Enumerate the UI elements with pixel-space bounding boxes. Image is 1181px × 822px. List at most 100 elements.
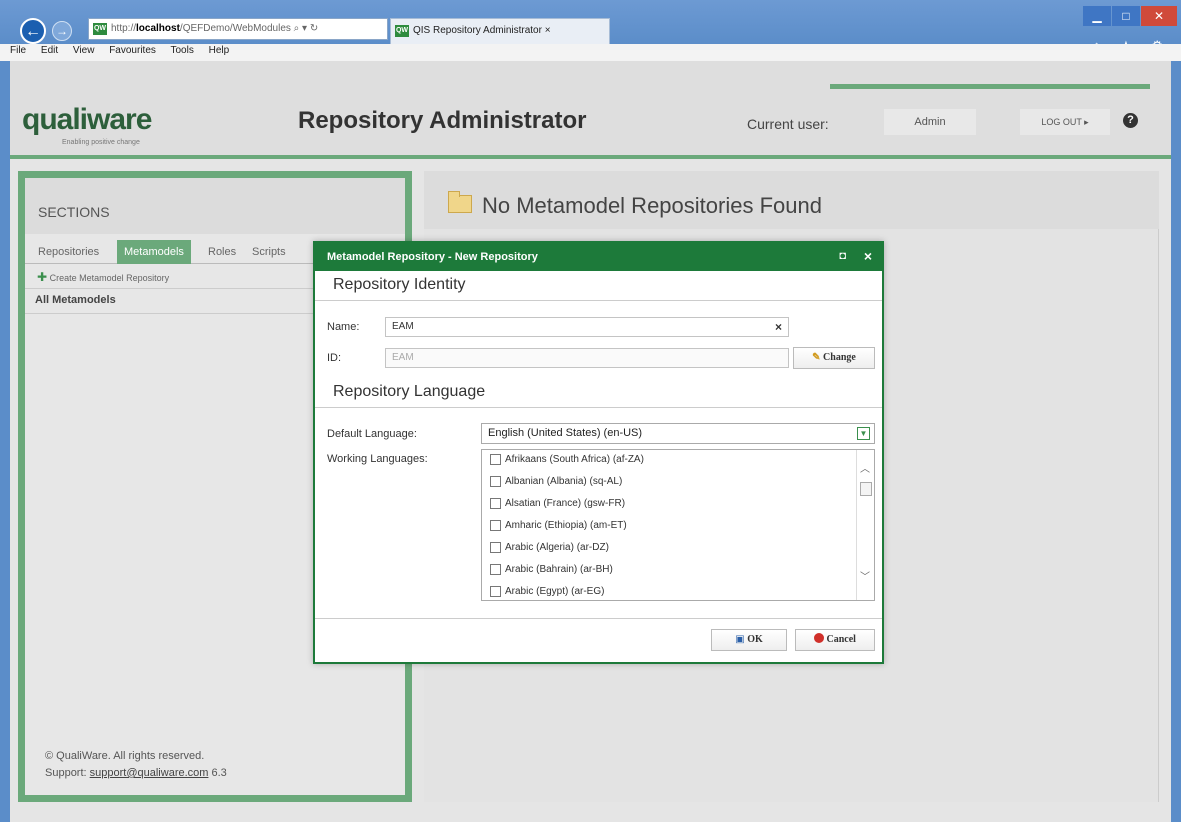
language-label: Afrikaans (South Africa) (af-ZA) — [505, 454, 644, 466]
language-label: Albanian (Albania) (sq-AL) — [505, 476, 623, 488]
address-controls[interactable]: ⌕ ▾ ↻ — [294, 23, 319, 34]
app-header: qualiware Enabling positive change Repos… — [10, 61, 1171, 159]
back-button[interactable]: ← — [20, 18, 46, 44]
dialog-close-icon[interactable]: × — [864, 248, 872, 264]
menu-view[interactable]: View — [73, 45, 95, 56]
checkbox[interactable] — [490, 520, 501, 531]
checkbox[interactable] — [490, 476, 501, 487]
create-metamodel-label: Create Metamodel Repository — [49, 273, 170, 283]
default-language-select[interactable]: English (United States) (en-US) ▼ — [481, 423, 875, 444]
checkbox[interactable] — [490, 498, 501, 509]
language-label: Arabic (Egypt) (ar-EG) — [505, 586, 605, 598]
tab-scripts[interactable]: Scripts — [245, 240, 293, 264]
plus-icon: ✚ — [37, 270, 48, 284]
language-section-title: Repository Language — [315, 378, 882, 408]
list-item[interactable]: Arabic (Bahrain) (ar-BH) — [482, 560, 874, 582]
menu-file[interactable]: File — [10, 45, 26, 56]
tab-metamodels[interactable]: Metamodels — [117, 240, 191, 264]
address-bar[interactable]: QW http://localhost/QEFDemo/WebModules ⌕… — [88, 18, 388, 40]
working-languages-list[interactable]: Afrikaans (South Africa) (af-ZA) Albania… — [481, 449, 875, 601]
support-email-link[interactable]: support@qualiware.com — [90, 767, 209, 779]
tab-repositories[interactable]: Repositories — [31, 240, 106, 264]
menu-help[interactable]: Help — [209, 45, 230, 56]
footer-support: Support: support@qualiware.com 6.3 — [45, 767, 227, 779]
logout-button[interactable]: LOG OUT ▸ — [1020, 109, 1110, 135]
tab-favicon-icon: QW — [395, 25, 409, 37]
tab-title: QIS Repository Administrator — [413, 25, 542, 36]
ok-label: OK — [747, 634, 763, 645]
name-input[interactable]: EAM × — [385, 317, 789, 337]
scroll-thumb[interactable] — [860, 482, 872, 496]
qualiware-logo: qualiware — [22, 103, 152, 136]
maximize-button[interactable]: □ — [1112, 6, 1140, 26]
menu-edit[interactable]: Edit — [41, 45, 58, 56]
logo-tagline: Enabling positive change — [62, 139, 140, 146]
sections-title: SECTIONS — [25, 178, 405, 234]
scroll-up-icon[interactable]: ︿ — [860, 460, 870, 475]
default-language-label: Default Language: — [327, 428, 417, 440]
tab-roles[interactable]: Roles — [201, 240, 243, 264]
list-item[interactable]: Arabic (Algeria) (ar-DZ) — [482, 538, 874, 560]
dialog-maximize-icon[interactable]: ◘ — [839, 250, 846, 262]
create-metamodel-link[interactable]: ✚ Create Metamodel Repository — [37, 270, 169, 284]
scroll-down-icon[interactable]: ﹀ — [860, 568, 870, 583]
id-label: ID: — [327, 352, 342, 364]
checkbox[interactable] — [490, 454, 501, 465]
current-user-label: Current user: — [747, 116, 829, 132]
change-label: Change — [823, 352, 856, 363]
list-item[interactable]: Afrikaans (South Africa) (af-ZA) — [482, 450, 874, 472]
chevron-down-icon[interactable]: ▼ — [857, 427, 870, 440]
list-item[interactable]: Amharic (Ethiopia) (am-ET) — [482, 516, 874, 538]
list-scrollbar[interactable]: ︿ ﹀ — [856, 450, 874, 600]
close-window-button[interactable]: ✕ — [1141, 6, 1177, 26]
header-accent-bar — [830, 84, 1150, 89]
id-input: EAM — [385, 348, 789, 368]
language-label: Amharic (Ethiopia) (am-ET) — [505, 520, 627, 532]
list-item[interactable]: Alsatian (France) (gsw-FR) — [482, 494, 874, 516]
main-header: No Metamodel Repositories Found — [424, 171, 1159, 229]
cancel-label: Cancel — [826, 634, 856, 645]
minimize-button[interactable]: ▁ — [1083, 6, 1111, 26]
menu-favourites[interactable]: Favourites — [109, 45, 156, 56]
name-label: Name: — [327, 321, 360, 333]
checkbox[interactable] — [490, 586, 501, 597]
name-input-value: EAM — [392, 321, 414, 332]
language-label: Arabic (Algeria) (ar-DZ) — [505, 542, 609, 554]
default-language-value: English (United States) (en-US) — [488, 427, 643, 439]
help-icon[interactable]: ? — [1123, 113, 1138, 128]
language-label: Alsatian (France) (gsw-FR) — [505, 498, 626, 510]
list-item[interactable]: Arabic (Egypt) (ar-EG) — [482, 582, 874, 600]
menu-bar: File Edit View Favourites Tools Help — [0, 44, 1181, 61]
page-title: Repository Administrator — [298, 107, 587, 134]
url-prefix: http:// — [111, 23, 137, 34]
forward-button[interactable]: → — [52, 21, 72, 41]
id-input-value: EAM — [392, 352, 414, 363]
cancel-icon — [814, 633, 825, 643]
footer-copyright: © QualiWare. All rights reserved. — [45, 750, 205, 762]
browser-tab[interactable]: QW QIS Repository Administrator × — [390, 18, 610, 44]
main-title: No Metamodel Repositories Found — [482, 193, 822, 218]
working-languages-label: Working Languages: — [327, 453, 428, 465]
url-path: /QEFDemo/WebModules — [179, 23, 291, 34]
folder-icon — [448, 191, 472, 213]
version-label: 6.3 — [211, 767, 227, 779]
dialog-title-bar: Metamodel Repository - New Repository ◘ … — [315, 243, 882, 271]
new-repository-dialog: Metamodel Repository - New Repository ◘ … — [313, 241, 884, 664]
cancel-button[interactable]: Cancel — [795, 629, 875, 651]
change-id-button[interactable]: ✎ Change — [793, 347, 875, 369]
support-label: Support: — [45, 767, 87, 779]
list-item[interactable]: Albanian (Albania) (sq-AL) — [482, 472, 874, 494]
site-favicon-icon: QW — [93, 23, 107, 35]
ok-button[interactable]: ▣ OK — [711, 629, 787, 651]
identity-section-title: Repository Identity — [315, 271, 882, 301]
menu-tools[interactable]: Tools — [171, 45, 194, 56]
language-label: Arabic (Bahrain) (ar-BH) — [505, 564, 613, 576]
url-host: localhost — [136, 23, 180, 34]
checkbox[interactable] — [490, 564, 501, 575]
dialog-footer: ▣ OK Cancel — [315, 618, 882, 662]
clear-name-icon[interactable]: × — [775, 320, 782, 334]
dialog-title: Metamodel Repository - New Repository — [327, 251, 538, 263]
pencil-icon: ✎ — [812, 352, 821, 363]
checkbox[interactable] — [490, 542, 501, 553]
tab-close-icon[interactable]: × — [545, 25, 551, 36]
